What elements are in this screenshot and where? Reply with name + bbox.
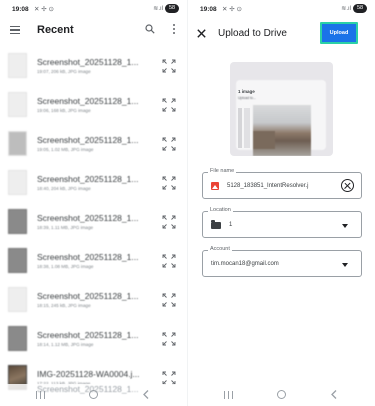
file-name: IMG-20251128-WA0004.j... <box>37 369 140 379</box>
file-thumbnail <box>8 287 27 312</box>
signal-icon: ≋.ıl <box>341 6 351 12</box>
expand-icon[interactable] <box>162 137 176 151</box>
more-options-icon[interactable] <box>172 24 176 34</box>
expand-icon[interactable] <box>162 59 176 73</box>
dialog-title: Upload to Drive <box>218 28 287 39</box>
file-meta: 19:06, 168 kB, JPG image <box>37 108 91 113</box>
file-list: Screenshot_20251128_1... 19:07, 206 kB, J… <box>0 50 187 401</box>
home-nav-icon[interactable] <box>89 390 98 399</box>
upload-to-drive-panel: 19:08 ✕ ✢ ⊙ ≋.ıl 58 Upload to Drive Uplo… <box>188 0 375 406</box>
clear-icon[interactable] <box>341 179 354 192</box>
signal-icon: ≋.ıl <box>153 6 163 12</box>
expand-icon[interactable] <box>162 98 176 112</box>
file-thumbnail <box>8 53 27 78</box>
preview-decoration <box>238 108 242 148</box>
system-nav-bar <box>188 384 375 406</box>
file-name: Screenshot_20251128_1... <box>37 213 139 223</box>
file-name-value[interactable]: 5128_183851_IntentResolver.j <box>227 183 308 189</box>
account-label: Account <box>208 246 232 252</box>
notification-icons: ✕ ✢ ⊙ <box>34 6 54 13</box>
file-meta: 19:07, 206 kB, JPG image <box>37 69 91 74</box>
recent-files-panel: 19:08 ✕ ✢ ⊙ ≋.ıl 58 Recent Screenshot_20… <box>0 0 187 406</box>
recents-nav-icon[interactable] <box>224 391 233 399</box>
search-icon[interactable] <box>145 24 155 34</box>
file-thumbnail <box>8 209 27 234</box>
expand-icon[interactable] <box>162 332 176 346</box>
list-item[interactable]: Screenshot_20251128_1... 18:39, 1.11 MB, … <box>0 206 187 245</box>
expand-icon[interactable] <box>162 215 176 229</box>
file-name: Screenshot_20251128_1... <box>37 135 139 145</box>
expand-icon[interactable] <box>162 176 176 190</box>
file-meta: 19:05, 1.02 MB, JPG image <box>37 147 94 152</box>
image-preview: 1 image Upload to... <box>230 62 333 156</box>
list-item[interactable]: Screenshot_20251128_1... 18:38, 1.08 MB, … <box>0 245 187 284</box>
back-nav-icon[interactable] <box>142 390 150 399</box>
file-meta: 18:39, 1.11 MB, JPG image <box>37 225 94 230</box>
file-meta: 18:14, 1.12 MB, JPG image <box>37 342 94 347</box>
location-dropdown[interactable]: Location 1 <box>202 207 362 238</box>
list-item[interactable]: Screenshot_20251128_1... 19:06, 168 kB, J… <box>0 89 187 128</box>
status-time: 19:08 <box>200 6 217 13</box>
file-meta: 18:15, 245 kB, JPG image <box>37 303 91 308</box>
status-bar: 19:08 ✕ ✢ ⊙ ≋.ıl 58 <box>0 0 187 18</box>
file-name: Screenshot_20251128_1... <box>37 96 139 106</box>
folder-icon <box>211 220 221 229</box>
battery-icon: 58 <box>353 4 367 13</box>
file-thumbnail <box>8 248 27 273</box>
preview-label: 1 image <box>238 89 255 94</box>
list-item[interactable]: Screenshot_20251128_1... 19:07, 206 kB, J… <box>0 50 187 89</box>
preview-decoration <box>244 108 250 148</box>
upload-button[interactable]: Upload <box>320 22 358 44</box>
file-name-field[interactable]: File name 5128_183851_IntentResolver.j <box>202 168 362 199</box>
preview-photo <box>253 105 311 156</box>
close-icon[interactable] <box>197 29 206 38</box>
battery-icon: 58 <box>165 4 179 13</box>
file-name: Screenshot_20251128_1... <box>37 57 139 67</box>
account-dropdown[interactable]: Account tim.mocan18@gmail.com <box>202 246 362 277</box>
file-name: Screenshot_20251128_1... <box>37 330 139 340</box>
file-thumbnail <box>8 92 27 117</box>
image-file-icon <box>211 182 219 190</box>
dropdown-arrow-icon[interactable] <box>342 224 348 228</box>
app-bar: Recent <box>0 18 187 44</box>
page-title: Recent <box>37 24 74 36</box>
location-value: 1 <box>229 222 233 228</box>
location-label: Location <box>208 207 233 213</box>
preview-sublabel: Upload to... <box>238 96 256 100</box>
status-right-icons: ≋.ıl 58 <box>341 4 367 13</box>
expand-icon[interactable] <box>162 254 176 268</box>
file-name: Screenshot_20251128_1... <box>37 252 139 262</box>
dropdown-arrow-icon[interactable] <box>342 263 348 267</box>
list-item[interactable]: Screenshot_20251128_1... 19:05, 1.02 MB, … <box>0 128 187 167</box>
file-thumbnail <box>8 170 27 195</box>
account-value: tim.mocan18@gmail.com <box>211 261 279 267</box>
file-meta: 18:38, 1.08 MB, JPG image <box>37 264 94 269</box>
file-thumbnail <box>8 131 27 156</box>
file-name: Screenshot_20251128_1... <box>37 291 139 301</box>
list-item[interactable]: Screenshot_20251128_1... 18:14, 1.12 MB, … <box>0 323 187 362</box>
system-nav-bar: Screenshot_20251128_1... <box>0 384 187 406</box>
expand-icon[interactable] <box>162 293 176 307</box>
file-name: Screenshot_20251128_1... <box>37 174 139 184</box>
status-right-icons: ≋.ıl 58 <box>153 4 179 13</box>
list-item[interactable]: Screenshot_20251128_1... 18:40, 204 kB, J… <box>0 167 187 206</box>
back-nav-icon[interactable] <box>330 390 338 399</box>
file-meta: 18:40, 204 kB, JPG image <box>37 186 91 191</box>
status-time: 19:08 <box>12 6 29 13</box>
home-nav-icon[interactable] <box>277 390 286 399</box>
list-item[interactable]: Screenshot_20251128_1... 18:15, 245 kB, J… <box>0 284 187 323</box>
menu-icon[interactable] <box>10 26 20 35</box>
file-name-label: File name <box>208 168 237 174</box>
expand-icon[interactable] <box>162 371 176 385</box>
notification-icons: ✕ ✢ ⊙ <box>222 6 242 13</box>
file-thumbnail <box>8 326 27 351</box>
status-bar: 19:08 ✕ ✢ ⊙ ≋.ıl 58 <box>188 0 375 18</box>
recents-nav-icon[interactable] <box>36 391 45 399</box>
